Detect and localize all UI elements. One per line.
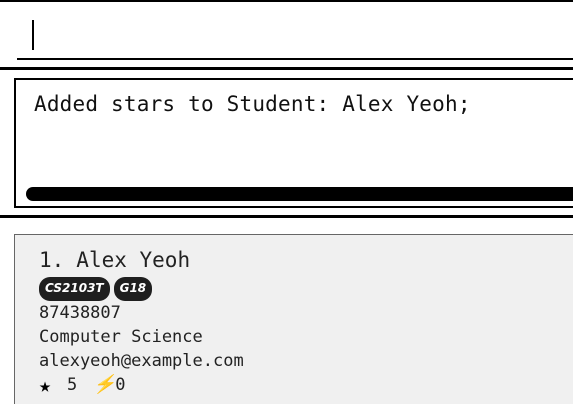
lightning-bolt-icon: ⚡ xyxy=(93,374,116,395)
command-area xyxy=(0,0,573,70)
tag-badge: CS2103T xyxy=(39,277,110,301)
result-message: Added stars to Student: Alex Yeoh; xyxy=(34,92,471,116)
person-email: alexyeoh@example.com xyxy=(39,351,244,371)
command-input[interactable] xyxy=(31,16,551,50)
text-caret xyxy=(32,20,34,50)
top-border xyxy=(0,0,573,2)
person-major: Computer Science xyxy=(39,327,203,347)
bolt-count: 0 xyxy=(115,375,126,395)
tag-list: CS2103T G18 xyxy=(39,277,569,301)
divider xyxy=(0,67,573,70)
star-icon: ★ xyxy=(39,373,52,397)
command-box[interactable] xyxy=(17,8,573,60)
person-title: 1. Alex Yeoh xyxy=(39,247,569,273)
result-display: Added stars to Student: Alex Yeoh; xyxy=(14,78,573,208)
person-name: Alex Yeoh xyxy=(76,248,191,272)
person-card[interactable]: 1. Alex Yeoh CS2103T G18 87438807 Compute… xyxy=(39,247,569,397)
divider xyxy=(0,215,573,218)
person-index: 1. xyxy=(39,248,65,272)
person-phone: 87438807 xyxy=(39,303,121,323)
tag-badge: G18 xyxy=(113,277,153,301)
horizontal-scrollbar[interactable] xyxy=(26,187,573,201)
person-list[interactable]: 1. Alex Yeoh CS2103T G18 87438807 Compute… xyxy=(14,234,573,404)
star-count: 5 xyxy=(67,375,78,395)
person-stats: ★ 5 ⚡ 0 xyxy=(39,373,569,397)
